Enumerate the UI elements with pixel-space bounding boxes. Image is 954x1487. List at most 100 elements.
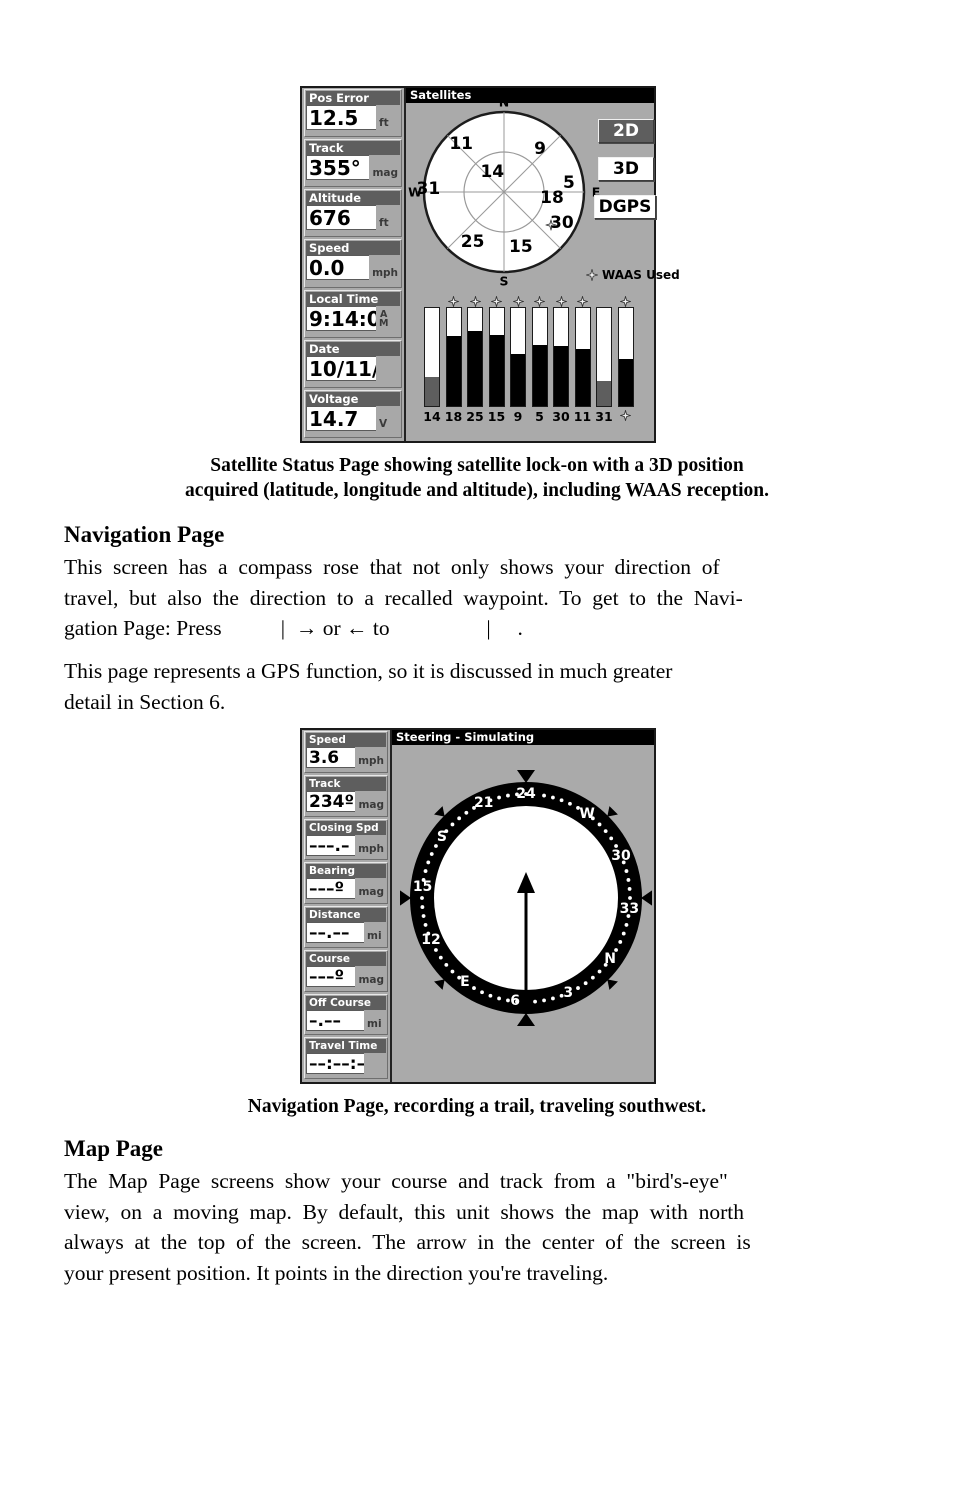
data-field-unit: mph	[372, 267, 398, 280]
polar-satellite-15: 15	[509, 237, 533, 258]
data-field-label: Track	[306, 141, 400, 156]
signal-bar-fill	[511, 354, 525, 406]
data-field-unit	[376, 380, 381, 381]
signal-bar-column: 11	[573, 294, 592, 424]
data-field-unit: mag	[372, 167, 398, 180]
data-field-altitude: Altitude 676 ft	[304, 189, 402, 238]
waas-star-icon	[618, 294, 633, 309]
waas-star-icon	[468, 294, 482, 309]
data-field-unit: mi	[367, 1017, 382, 1030]
cardinal-south: S	[499, 273, 509, 289]
data-field-value: 9:14:00	[306, 305, 376, 331]
data-field-bearing: Bearing –––º mag	[304, 862, 388, 904]
signal-bar-fill	[489, 335, 504, 406]
polar-satellite-5: 5	[562, 172, 575, 193]
mode-button-3d[interactable]: 3D	[598, 157, 654, 181]
data-field-label: Local Time	[306, 291, 400, 306]
navigation-data-panel: Speed 3.6 mph Track 234º mag Closing Spd –––.– m…	[302, 730, 390, 1082]
data-field-unit: ft	[379, 217, 389, 230]
cardinal-north: N	[498, 94, 510, 110]
signal-bar-label: 25	[466, 409, 484, 424]
data-field-label: Course	[306, 951, 386, 966]
caption-line: acquired (latitude, longitude and altitu…	[184, 480, 769, 501]
signal-bar-fill	[425, 377, 439, 406]
data-field-track: Track 355° mag	[304, 139, 402, 188]
steering-pane: Steering - Simulating 24 W 30 33 N 3 6 E 12 15 S 21	[390, 730, 654, 1082]
data-field-label: Speed	[306, 241, 400, 256]
signal-bar-fill	[618, 359, 633, 406]
paragraph-line: your present position. It points in the …	[64, 1260, 609, 1285]
data-field-speed: Speed 3.6 mph	[304, 731, 388, 773]
polar-satellite-labels: 11 9 14 31 18 5 30 25 15	[417, 108, 588, 276]
signal-bar-label: 9	[513, 409, 523, 424]
waas-used-label: WAAS Used	[602, 268, 680, 282]
data-field-unit: V	[379, 417, 388, 430]
signal-bar-fill	[468, 331, 482, 406]
navigation-page-screenshot: Speed 3.6 mph Track 234º mag Closing Spd –––.– m…	[300, 728, 656, 1084]
data-field-label: Off Course	[306, 995, 386, 1010]
signal-bar-column: 30	[552, 294, 570, 424]
waas-used-legend: WAAS Used	[586, 268, 680, 282]
signal-bar-label: 18	[444, 409, 463, 424]
data-field-value: 14.7	[306, 405, 376, 431]
polar-satellite-9: 9	[534, 138, 547, 159]
mode-button-2d[interactable]: 2D	[598, 119, 654, 143]
signal-bar-column: 14	[423, 294, 441, 424]
satellites-pane-title: Satellites	[406, 88, 654, 103]
polar-satellite-14: 14	[480, 161, 505, 182]
data-field-date: Date10/11/02	[304, 339, 402, 388]
signal-bar	[553, 307, 569, 407]
caption-line: Satellite Status Page showing satellite …	[210, 455, 744, 476]
data-field-unit: ft	[379, 117, 389, 129]
compass-ring-label-15: 15	[412, 879, 433, 896]
signal-bar-fill	[597, 381, 611, 406]
mode-button-dgps[interactable]: DGPS	[594, 195, 656, 219]
data-field-unit: mag	[358, 973, 384, 986]
satellite-data-panel: Pos Error 12.5 ft Track 355° mag Altitude 676 ft…	[302, 88, 404, 441]
data-field-label: Travel Time	[306, 1039, 386, 1054]
data-field-value: 12.5	[306, 105, 376, 130]
signal-bar	[531, 307, 548, 407]
paragraph-line: detail in Section 6.	[64, 689, 226, 714]
signal-bar-label	[617, 408, 635, 424]
signal-bar-label: 31	[595, 409, 613, 424]
compass-ring-label-12: 12	[421, 932, 441, 949]
waas-star-icon	[532, 294, 547, 309]
compass-ring-label-s: S	[436, 828, 447, 845]
section-heading-navigation-page: Navigation Page	[64, 522, 225, 547]
data-field-value: ––.––	[306, 922, 364, 943]
signal-bar-column: 15	[488, 294, 505, 424]
manual-page: Pos Error 12.5 ft Track 355° mag Altitude 676 ft…	[0, 0, 954, 1487]
map-page-paragraph-1: The Map Page screens show your course an…	[64, 1166, 888, 1288]
signal-bar-label: 11	[573, 409, 592, 424]
signal-bar	[574, 307, 591, 407]
waas-star-icon	[446, 294, 461, 309]
caption-line: Navigation Page, recording a trail, trav…	[247, 1096, 707, 1117]
data-field-pos-error: Pos Error 12.5 ft	[304, 89, 402, 138]
steering-compass: 24 W 30 33 N 3 6 E 12 15 S 21	[398, 748, 654, 1048]
satellite-status-screenshot: Pos Error 12.5 ft Track 355° mag Altitude 676 ft…	[300, 86, 680, 443]
data-field-unit: mi	[367, 930, 382, 942]
data-field-value: –.––	[306, 1009, 364, 1031]
data-field-closing-spd: Closing Spd –––.– mph	[304, 818, 388, 861]
data-field-value: 3.6	[306, 747, 356, 768]
data-field-value: 0.0	[306, 255, 370, 281]
data-field-local-time: Local Time9:14:00AM	[304, 289, 402, 338]
paragraph-line: gation Page: Press | → or ← to | .	[64, 616, 523, 640]
signal-bar-fill	[575, 349, 590, 406]
data-field-label: Pos Error	[306, 91, 400, 105]
data-field-unit: mph	[358, 842, 384, 855]
signal-bar-column: 9	[510, 294, 526, 424]
signal-bar	[617, 307, 634, 407]
signal-strength-bars: 14 18 25 15 9 5 30 11 31	[422, 294, 642, 424]
data-field-distance: Distance ––.–– mi	[304, 906, 388, 948]
paragraph-line: This screen has a compass rose that not …	[64, 555, 720, 579]
waas-star-icon	[489, 294, 504, 309]
signal-bar-fill	[554, 346, 568, 406]
data-field-label: Voltage	[306, 391, 400, 406]
data-field-unit: mph	[358, 755, 384, 767]
signal-bar-fill	[532, 345, 547, 406]
compass-ring-label-3: 3	[563, 985, 574, 1001]
signal-bar-label: 14	[423, 409, 441, 424]
signal-bar	[488, 307, 505, 407]
